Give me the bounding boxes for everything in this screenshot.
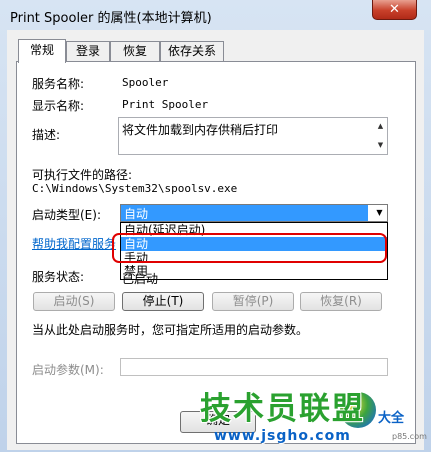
display-name-label: 显示名称: <box>32 99 85 113</box>
watermark-text: 技术员联盟 <box>200 391 365 427</box>
service-status-label: 服务状态: <box>32 270 85 284</box>
start-params-label: 启动参数(M): <box>32 363 104 377</box>
exe-path-value: C:\Windows\System32\spoolsv.exe <box>32 182 238 195</box>
start-params-input[interactable] <box>120 358 388 376</box>
scroll-down-icon[interactable]: ▼ <box>374 137 387 154</box>
tab-general[interactable]: 常规 <box>18 39 66 63</box>
highlight-ring <box>112 233 387 263</box>
close-button[interactable]: ✕ <box>372 0 417 20</box>
display-name-value: Print Spooler <box>122 98 209 111</box>
chevron-down-icon[interactable]: ▼ <box>372 205 387 221</box>
resume-button[interactable]: 恢复(R) <box>300 292 382 311</box>
close-icon: ✕ <box>389 2 400 17</box>
exe-path-label: 可执行文件的路径: <box>32 168 133 182</box>
title-bar[interactable]: Print Spooler 的属性(本地计算机) <box>0 0 431 30</box>
stop-button[interactable]: 停止(T) <box>122 292 204 311</box>
watermark-url: www.jsgho.com <box>214 428 351 444</box>
tab-recovery[interactable]: 恢复 <box>110 41 160 61</box>
window-title: Print Spooler 的属性(本地计算机) <box>10 11 212 26</box>
help-configure-link[interactable]: 帮助我配置服务 <box>32 235 116 252</box>
start-button[interactable]: 启动(S) <box>33 292 115 311</box>
watermark-suffix: 大全 <box>378 411 405 426</box>
service-name-label: 服务名称: <box>32 77 85 91</box>
startup-type-label: 启动类型(E): <box>32 208 101 222</box>
description-text: 将文件加载到内存供稍后打印 <box>122 123 279 137</box>
tab-logon[interactable]: 登录 <box>66 41 110 61</box>
service-name-value: Spooler <box>122 76 169 89</box>
scroll-up-icon[interactable]: ▲ <box>374 118 387 135</box>
tab-dependencies[interactable]: 依存关系 <box>160 41 224 61</box>
start-params-hint: 当从此处启动服务时，您可指定所适用的启动参数。 <box>32 323 309 337</box>
watermark-domain: p85.com <box>392 432 427 441</box>
startup-type-selection <box>121 205 368 221</box>
description-label: 描述: <box>32 128 61 142</box>
option-disabled[interactable]: 禁用 <box>121 264 387 278</box>
service-status-value: 已启动 <box>122 272 159 286</box>
startup-type-value: 自动 <box>124 207 149 221</box>
pause-button[interactable]: 暂停(P) <box>212 292 294 311</box>
